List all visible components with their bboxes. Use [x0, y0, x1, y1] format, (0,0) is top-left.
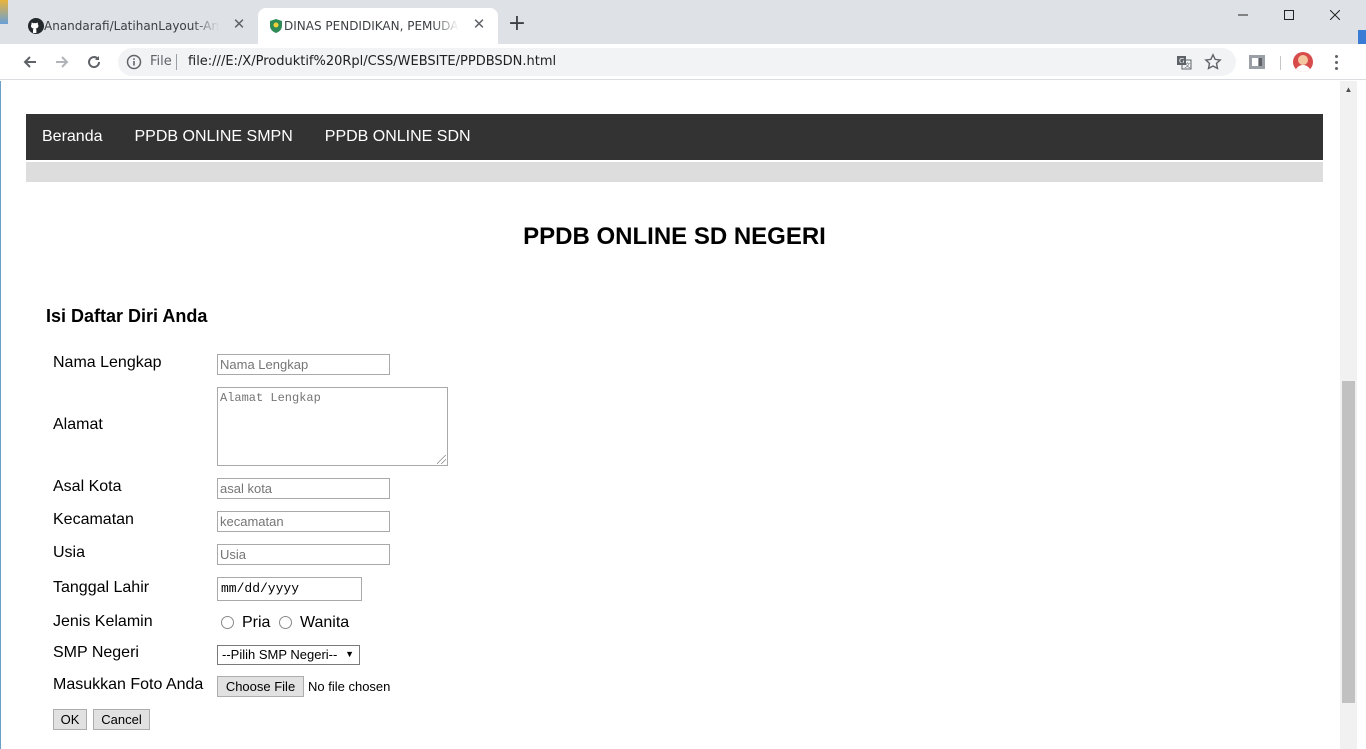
tanggal-label: Tanggal Lahir: [53, 579, 150, 596]
menu-dot-icon: [1334, 54, 1338, 58]
resize-grip-icon[interactable]: [437, 455, 446, 464]
page-title: PPDB ONLINE SD NEGERI: [523, 223, 826, 250]
url-scheme-label: File: [150, 54, 172, 69]
usia-label: Usia: [53, 544, 86, 561]
main-navbar: Beranda PPDB ONLINE SMPN PPDB ONLINE SDN: [26, 114, 1323, 160]
usia-input[interactable]: Usia: [217, 544, 390, 565]
page-viewport: Beranda PPDB ONLINE SMPN PPDB ONLINE SDN…: [0, 81, 1366, 749]
divider: [1280, 56, 1281, 70]
page-container: Beranda PPDB ONLINE SMPN PPDB ONLINE SDN…: [26, 81, 1323, 749]
browser-menu-button[interactable]: [1326, 52, 1346, 72]
url-text[interactable]: file:///E:/X/Produktif%20Rpl/CSS/WEBSITE…: [188, 54, 556, 69]
nama-label: Nama Lengkap: [53, 354, 162, 371]
address-bar[interactable]: File file:///E:/X/Produktif%20Rpl/CSS/WE…: [118, 48, 1236, 76]
scrollbar-thumb[interactable]: [1342, 381, 1355, 703]
close-tab-icon[interactable]: ✕: [472, 17, 486, 32]
shield-logo-icon: [270, 19, 282, 33]
extension-icon[interactable]: [1248, 53, 1266, 71]
page-scrollbar[interactable]: ▲: [1340, 81, 1357, 749]
forward-button[interactable]: [48, 48, 76, 76]
translate-icon[interactable]: G文: [1176, 54, 1192, 70]
kota-label: Asal Kota: [53, 478, 122, 495]
file-status: No file chosen: [308, 679, 391, 694]
tab-title: DINAS PENDIDIKAN, PEMUDA DAN: [284, 19, 459, 33]
tanggal-date-input[interactable]: mm/dd/yyyy: [217, 577, 362, 601]
section-title: Isi Daftar Diri Anda: [46, 306, 208, 326]
nav-beranda[interactable]: Beranda: [42, 128, 103, 146]
foto-label: Masukkan Foto Anda: [53, 676, 204, 693]
reload-icon: [88, 56, 101, 69]
cancel-button[interactable]: Cancel: [93, 709, 150, 730]
close-window-button[interactable]: [1312, 0, 1358, 30]
browser-toolbar: File file:///E:/X/Produktif%20Rpl/CSS/WE…: [0, 44, 1366, 80]
back-arrow-icon: [23, 56, 36, 68]
sub-bar: [26, 160, 1323, 182]
reload-button[interactable]: [80, 48, 108, 76]
alamat-placeholder: Alamat Lengkap: [220, 391, 321, 405]
close-tab-icon[interactable]: ✕: [232, 17, 246, 32]
ok-button[interactable]: OK: [53, 709, 87, 730]
radio-pria-label: Pria: [242, 614, 271, 631]
maximize-icon: [1284, 10, 1294, 20]
svg-text:文: 文: [1185, 62, 1191, 70]
back-button[interactable]: [16, 48, 44, 76]
nama-input[interactable]: Nama Lengkap: [217, 354, 390, 375]
window-edge: [0, 0, 8, 24]
close-icon: [1330, 10, 1340, 20]
window-edge: [0, 81, 8, 749]
kecamatan-label: Kecamatan: [53, 511, 134, 528]
tab-github[interactable]: Anandarafi/LatihanLayout-Anand ✕: [18, 8, 258, 44]
dropdown-arrow-icon: ▼: [345, 649, 354, 659]
minimize-icon: [1238, 14, 1248, 16]
github-icon: [28, 18, 44, 34]
avatar-face: [1298, 55, 1308, 65]
tab-title: Anandarafi/LatihanLayout-Anand: [44, 19, 219, 33]
radio-wanita-label: Wanita: [300, 614, 350, 631]
divider: [176, 54, 177, 70]
new-tab-button[interactable]: +: [506, 13, 528, 36]
info-icon[interactable]: [126, 54, 142, 70]
window-edge: [1358, 30, 1366, 44]
alamat-label: Alamat: [53, 416, 103, 433]
scroll-up-icon[interactable]: ▲: [1340, 81, 1357, 98]
avatar-body: [1295, 65, 1311, 72]
forward-arrow-icon: [56, 56, 69, 68]
alamat-textarea[interactable]: Alamat Lengkap: [217, 387, 448, 466]
tab-dinas-pendidikan[interactable]: DINAS PENDIDIKAN, PEMUDA DAN ✕: [258, 8, 498, 44]
menu-dot-icon: [1334, 66, 1338, 70]
bookmark-star-icon[interactable]: [1204, 53, 1222, 71]
kelamin-label: Jenis Kelamin: [53, 613, 153, 630]
desktop-edge: [1357, 81, 1366, 749]
profile-avatar[interactable]: [1293, 52, 1313, 72]
smp-label: SMP Negeri: [53, 644, 139, 661]
choose-file-button[interactable]: Choose File: [217, 676, 304, 697]
kota-input[interactable]: asal kota: [217, 478, 390, 499]
nav-ppdb-sdn[interactable]: PPDB ONLINE SDN: [325, 128, 471, 146]
menu-dot-icon: [1334, 60, 1338, 64]
radio-pria[interactable]: [221, 616, 234, 629]
kecamatan-input[interactable]: kecamatan: [217, 511, 390, 532]
radio-wanita[interactable]: [279, 616, 292, 629]
smp-selected-value: --Pilih SMP Negeri--: [222, 647, 338, 662]
minimize-button[interactable]: [1220, 0, 1266, 30]
nav-ppdb-smpn[interactable]: PPDB ONLINE SMPN: [135, 128, 293, 146]
smp-select[interactable]: --Pilih SMP Negeri-- ▼: [217, 645, 360, 665]
tab-strip: Anandarafi/LatihanLayout-Anand ✕ DINAS P…: [0, 0, 1366, 44]
maximize-button[interactable]: [1266, 0, 1312, 30]
